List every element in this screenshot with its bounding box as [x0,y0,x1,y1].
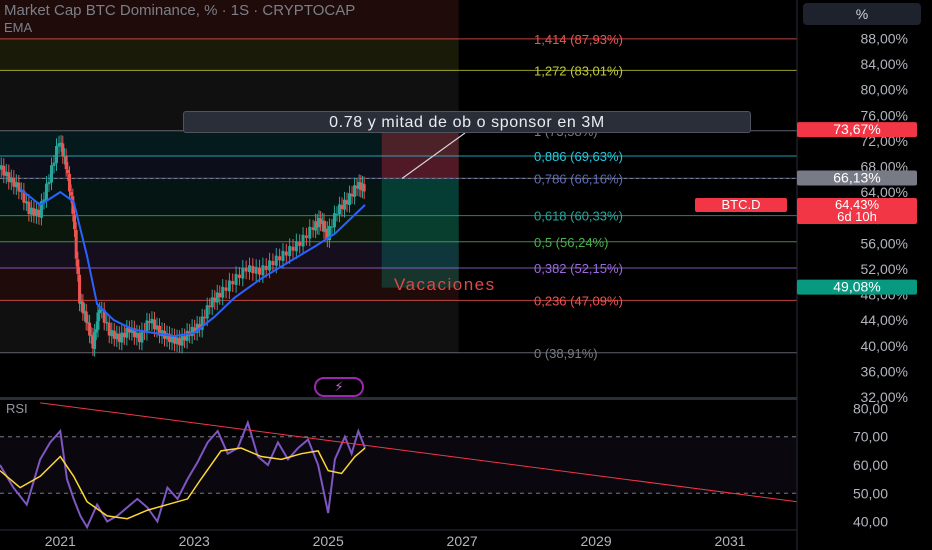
candle [84,311,88,323]
candle [64,156,68,170]
candle [298,241,302,246]
candle [271,261,275,266]
candle [258,267,262,275]
lightning-icon[interactable]: ⚡ [314,377,364,397]
candle [224,287,228,291]
time-tick: 2021 [45,533,76,549]
candle [274,255,278,266]
candle [308,226,312,239]
candle [69,192,73,196]
fib-label: 0,5 (56,24%) [534,235,608,250]
ticker-tag: BTC.D [695,198,787,212]
annotation-callout[interactable]: 0.78 y mitad de ob o sponsor en 3M [183,111,751,133]
candle [301,234,305,247]
price-tag-label: 66,13% [833,169,880,185]
rsi-tick: 70,00 [853,429,888,445]
vacation-label: Vacaciones [394,275,496,294]
countdown-tag: 6d 10h [797,210,917,224]
price-tick: 52,00% [861,261,908,277]
candle [73,214,77,230]
time-tick: 2031 [714,533,745,549]
candle [362,184,366,192]
fib-label: 0,382 (52,15%) [534,261,623,276]
candle [278,256,282,261]
candle [55,145,59,164]
candle [231,281,235,285]
fib-label: 0,618 (60,33%) [534,209,623,224]
candle [67,173,71,192]
price-tag-label: 73,67% [833,121,880,137]
pane-separator [0,397,797,400]
candle [241,267,245,279]
chart-title: Market Cap BTC Dominance, % · 1S · CRYPT… [4,2,356,19]
price-tick: 40,00% [861,338,908,354]
ema-label[interactable]: EMA [4,20,32,35]
candle [294,241,298,252]
candle [44,183,48,201]
position-stop-zone [381,178,459,288]
candle [288,246,292,257]
candle [49,165,53,183]
candle [281,250,285,261]
candle [66,169,70,174]
price-tick: 36,00% [861,363,908,379]
vacation-zone [458,0,797,351]
candle [218,293,222,298]
candle [227,280,231,292]
fib-zone [0,300,459,353]
rsi-tick: 60,00 [853,457,888,473]
candle [251,265,255,274]
fib-label: 0,886 (69,63%) [534,149,623,164]
candle [61,143,65,157]
fib-label: 0 (38,91%) [534,346,598,361]
candle [304,235,308,238]
candle [205,305,209,319]
fib-label: 0,236 (47,09%) [534,293,623,308]
candle [247,265,251,273]
candle [237,274,241,278]
candle [234,274,238,285]
price-tick: 80,00% [861,82,908,98]
candle [74,229,78,259]
fib-label: 1,272 (83,01%) [534,63,623,78]
rsi-tick: 40,00 [853,514,888,530]
candle [284,251,288,256]
candle [88,322,92,336]
fib-label: 1,414 (87,93%) [534,32,623,47]
position-target-zone [381,130,459,179]
time-tick: 2029 [580,533,611,549]
candle [93,331,97,349]
candle [244,268,248,272]
candle [221,286,225,298]
candle [264,265,268,270]
price-tag-label: 49,08% [833,279,880,295]
price-tick: 88,00% [861,30,908,46]
rsi-tick: 50,00 [853,485,888,501]
price-tick: 56,00% [861,235,908,251]
rsi-label[interactable]: RSI [6,401,28,416]
candle [96,312,100,330]
rsi-band [0,436,797,494]
time-tick: 2025 [313,533,344,549]
price-tick: 44,00% [861,312,908,328]
candle [78,274,82,304]
price-tick: 84,00% [861,56,908,72]
candle [261,265,265,276]
time-tick: 2023 [179,533,210,549]
rsi-tick: 80,00 [853,400,888,416]
candle [268,260,272,271]
fib-zone [0,38,459,71]
candle [332,213,336,228]
candle [254,266,258,274]
candle [291,246,295,251]
time-tick: 2027 [447,533,478,549]
percent-scale-button[interactable]: % [803,3,921,25]
candle [76,259,80,275]
